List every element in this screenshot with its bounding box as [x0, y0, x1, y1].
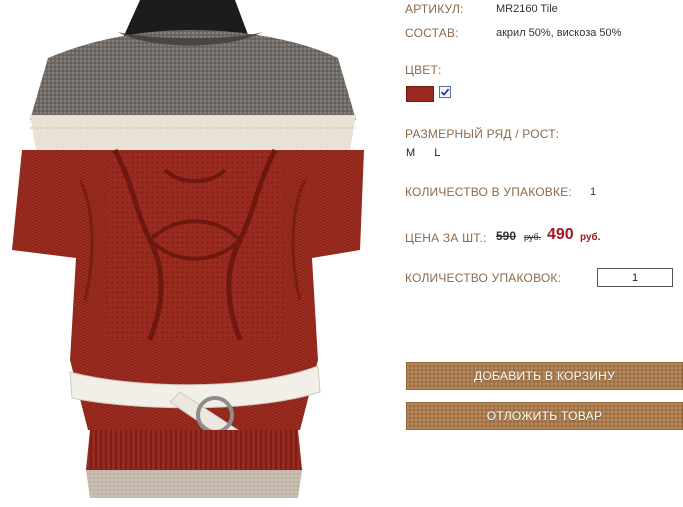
- price-new: 490: [547, 226, 574, 243]
- price-old: 590: [496, 229, 517, 243]
- checkmark-icon: [440, 88, 450, 96]
- size-option-l[interactable]: L: [434, 147, 440, 159]
- color-checkbox[interactable]: [439, 86, 451, 98]
- price-label: ЦЕНА ЗА ШТ.:: [405, 231, 487, 245]
- product-details: АРТИКУЛ: MR2160 Tile СОСТАВ: акрил 50%, …: [405, 0, 683, 507]
- sweater-illustration: [0, 0, 385, 507]
- size-option-m[interactable]: M: [406, 147, 415, 159]
- product-photo[interactable]: [0, 0, 385, 507]
- price-old-unit: руб.: [524, 232, 542, 242]
- size-label: РАЗМЕРНЫЙ РЯД / РОСТ:: [405, 127, 560, 141]
- pack-qty-value: 1: [590, 186, 597, 198]
- price-new-unit: руб.: [580, 232, 601, 243]
- packages-quantity-input[interactable]: [597, 268, 673, 287]
- article-label: АРТИКУЛ:: [405, 2, 464, 16]
- composition-value: акрил 50%, вискоза 50%: [496, 27, 622, 39]
- pack-qty-label: КОЛИЧЕСТВО В УПАКОВКЕ:: [405, 185, 572, 199]
- reserve-item-button[interactable]: ОТЛОЖИТЬ ТОВАР: [406, 402, 683, 430]
- article-value: MR2160 Tile: [496, 3, 558, 15]
- color-swatch-tile[interactable]: [406, 86, 434, 102]
- color-label: ЦВЕТ:: [405, 63, 442, 77]
- packages-label: КОЛИЧЕСТВО УПАКОВОК:: [405, 271, 562, 285]
- composition-label: СОСТАВ:: [405, 26, 459, 40]
- size-list: M L: [406, 147, 456, 159]
- add-to-cart-button[interactable]: ДОБАВИТЬ В КОРЗИНУ: [406, 362, 683, 390]
